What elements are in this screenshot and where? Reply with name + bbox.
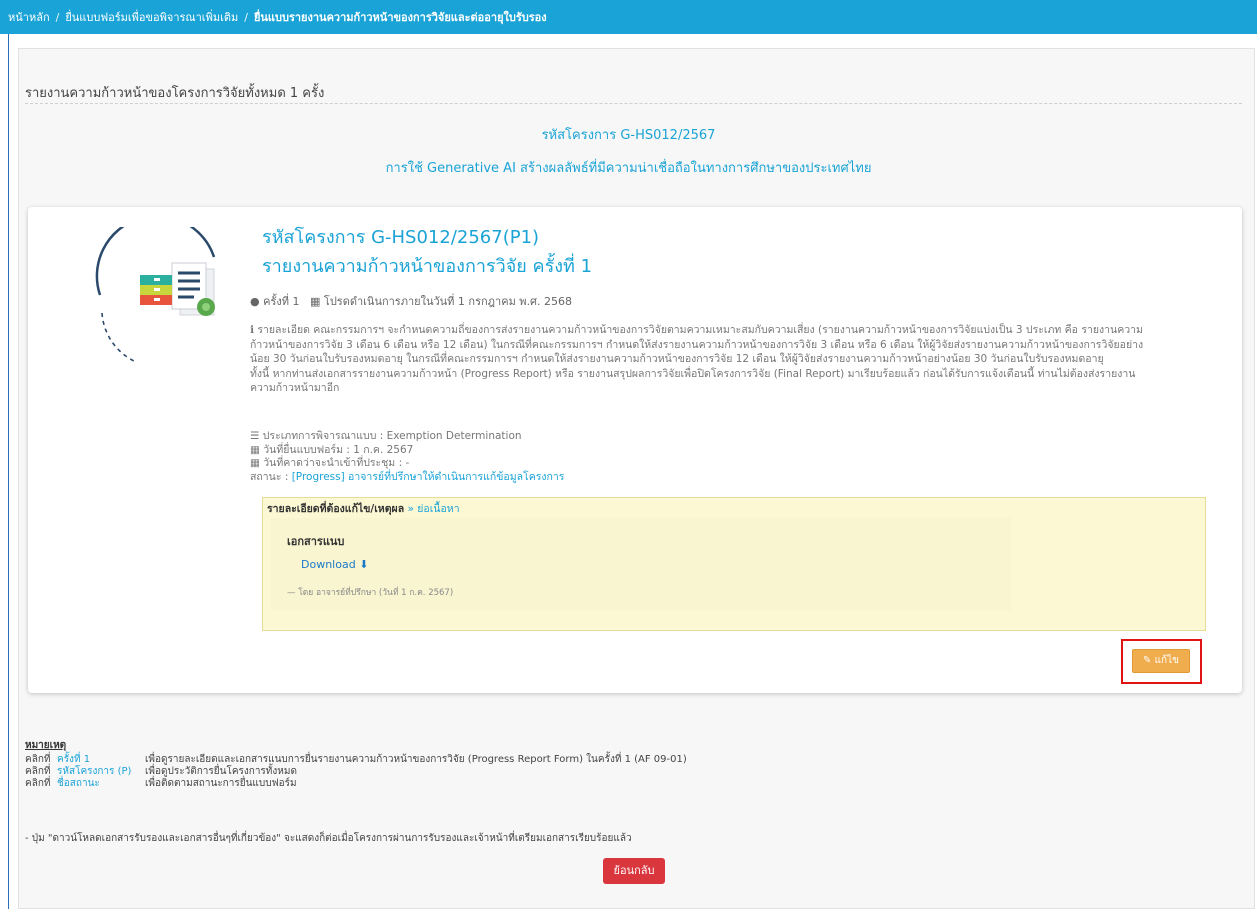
note-row: คลิกที่ ชื่อสถานะ เพื่อติดตามสถานะการยื่…	[25, 778, 687, 790]
revision-panel: รายละเอียดที่ต้องแก้ไข/เหตุผล » ย่อเนื้อ…	[262, 497, 1206, 631]
status-link[interactable]: [Progress] อาจารย์ที่ปรึกษาให้ดำเนินการแ…	[292, 471, 565, 483]
review-type-row: ☰ ประเภทการพิจารณาแบบ : Exemption Determ…	[250, 430, 522, 442]
report-code-link[interactable]: รหัสโครงการ G-HS012/2567(P1)	[262, 222, 539, 251]
description-line: ก้าวหน้าของการวิจัย 3 เดือน 6 เดือน หรือ…	[250, 338, 1144, 351]
report-facts: ☰ ประเภทการพิจารณาแบบ : Exemption Determ…	[250, 430, 564, 484]
download-label: Download	[301, 558, 356, 571]
note-row: คลิกที่ รหัสโครงการ (P) เพื่อดูประวัติกา…	[25, 766, 687, 778]
edit-button-label: แก้ไข	[1154, 655, 1179, 666]
note-prefix: คลิกที่	[25, 778, 51, 789]
note-link[interactable]: รหัสโครงการ (P)	[57, 766, 145, 778]
calendar-icon: ▦	[250, 443, 260, 456]
description: ℹ รายละเอียด คณะกรรมการฯ จะกำหนดความถี่ข…	[250, 323, 1210, 396]
breadcrumb: หน้าหลัก / ยื่นแบบฟอร์มเพื่อขอพิจารณาเพิ…	[0, 0, 1257, 34]
page-title: รายงานความก้าวหน้าของโครงการวิจัยทั้งหมด…	[25, 86, 325, 101]
description-line: ความก้าวหน้ามาอีก	[250, 382, 340, 394]
note-text: เพื่อดูประวัติการยื่นโครงการทั้งหมด	[145, 766, 297, 777]
calendar-icon: ▦	[250, 457, 260, 469]
report-round-text: ครั้งที่ 1	[263, 295, 300, 308]
project-code: รหัสโครงการ G-HS012/2567	[541, 128, 716, 143]
circle-bullet-icon: ●	[250, 295, 260, 308]
report-round-link[interactable]: รายงานความก้าวหน้าของการวิจัย ครั้งที่ 1	[262, 251, 592, 280]
attachment-title: เอกสารแนบ	[287, 535, 345, 548]
attachment-author: — โดย อาจารย์ที่ปรึกษา (วันที่ 1 ก.ค. 25…	[287, 588, 454, 598]
description-line: น้อย 30 วันก่อนใบรับรองหมดอายุ ในกรณีที่…	[250, 353, 1104, 365]
breadcrumb-home[interactable]: หน้าหลัก	[8, 8, 50, 26]
collapse-toggle[interactable]: » ย่อเนื้อหา	[407, 503, 459, 515]
calendar-icon: ▦	[310, 295, 321, 308]
divider	[25, 103, 1242, 104]
status-row: สถานะ : [Progress] อาจารย์ที่ปรึกษาให้ดำ…	[250, 471, 564, 485]
submit-date-row: ▦ วันที่ยื่นแบบฟอร์ม : 1 ก.ค. 2567	[250, 443, 414, 456]
notes-title: หมายเหตุ	[25, 740, 67, 751]
notes-section: หมายเหตุ คลิกที่ ครั้งที่ 1 เพื่อดูรายละ…	[25, 740, 687, 790]
back-button[interactable]: ย้อนกลับ	[603, 858, 665, 884]
download-icon: ⬇	[359, 558, 369, 571]
description-line: ทั้งนี้ หากท่านส่งเอกสารรายงานความก้าวหน…	[250, 367, 1136, 380]
breadcrumb-parent[interactable]: ยื่นแบบฟอร์มเพื่อขอพิจารณาเพิ่มเติม	[65, 8, 238, 26]
download-link[interactable]: Download ⬇	[301, 558, 368, 571]
project-title: การใช้ Generative AI สร้างผลลัพธ์ที่มีคว…	[385, 161, 872, 176]
note-row: คลิกที่ ครั้งที่ 1 เพื่อดูรายละเอียดและเ…	[25, 754, 687, 766]
note-text: เพื่อติดตามสถานะการยื่นแบบฟอร์ม	[145, 778, 297, 789]
note-prefix: คลิกที่	[25, 766, 51, 777]
breadcrumb-separator: /	[55, 10, 60, 24]
status-label: สถานะ :	[250, 470, 289, 483]
description-line: ℹ รายละเอียด คณะกรรมการฯ จะกำหนดความถี่ข…	[250, 324, 1143, 336]
note-link[interactable]: ชื่อสถานะ	[57, 778, 145, 790]
progress-report-card: รหัสโครงการ G-HS012/2567(P1) รายงานความก…	[28, 207, 1242, 693]
list-icon: ☰	[250, 430, 260, 442]
report-meta: ● ครั้งที่ 1 ▦ โปรดดำเนินการภายในวันที่ …	[250, 292, 572, 310]
meeting-date-row: ▦ วันที่คาดว่าจะนำเข้าที่ประชุม : -	[250, 457, 410, 469]
note-link[interactable]: ครั้งที่ 1	[57, 754, 145, 766]
attachment-box: เอกสารแนบ Download ⬇ — โดย อาจารย์ที่ปรึ…	[271, 518, 1011, 610]
breadcrumb-current: ยื่นแบบรายงานความก้าวหน้าของการวิจัยและต…	[253, 11, 547, 24]
note-text: เพื่อดูรายละเอียดและเอกสารแนบการยื่นรายง…	[145, 754, 687, 765]
download-note: - ปุ่ม "ดาวน์โหลดเอกสารรับรองและเอกสารอื…	[25, 833, 632, 844]
document-illustration	[95, 227, 216, 362]
info-icon: ℹ	[250, 324, 254, 336]
revision-header: รายละเอียดที่ต้องแก้ไข/เหตุผล » ย่อเนื้อ…	[267, 500, 460, 517]
edit-icon: ✎	[1143, 655, 1152, 666]
due-date-text: โปรดดำเนินการภายในวันที่ 1 กรกฎาคม พ.ศ. …	[323, 295, 573, 308]
revision-title: รายละเอียดที่ต้องแก้ไข/เหตุผล	[267, 503, 405, 515]
edit-button[interactable]: ✎ แก้ไข	[1132, 649, 1190, 673]
breadcrumb-separator: /	[244, 10, 248, 24]
note-prefix: คลิกที่	[25, 754, 51, 765]
